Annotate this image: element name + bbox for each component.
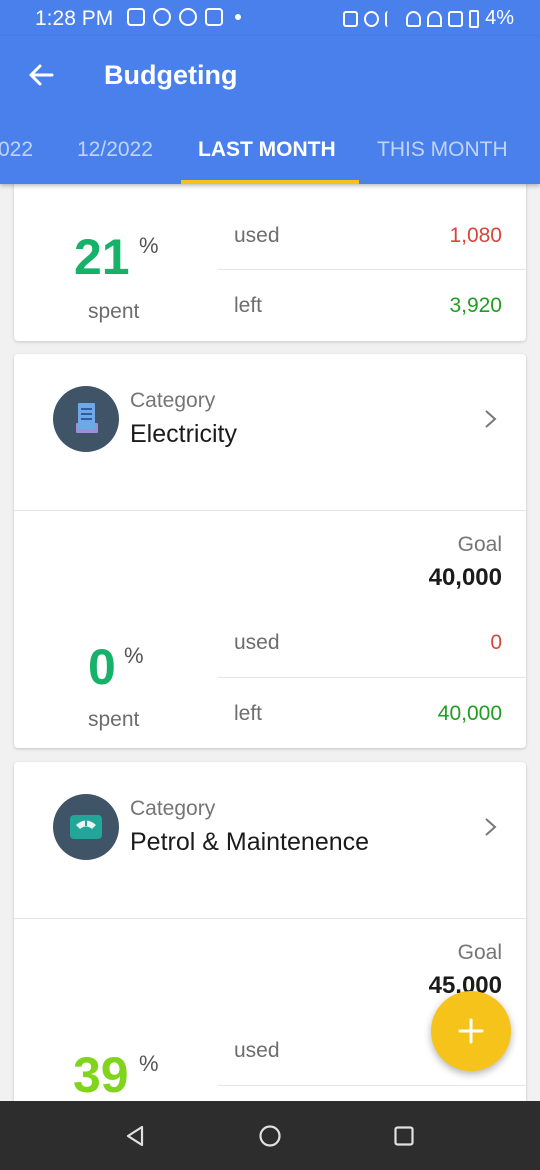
budget-card-electricity: Category Electricity Goal 40,000 0 % spe… — [14, 354, 526, 748]
wifi-icon — [427, 10, 443, 27]
used-label: used — [234, 631, 280, 654]
nav-home-icon[interactable] — [255, 1121, 285, 1151]
percent-value: 39 — [73, 1047, 129, 1103]
battery-percent: 4% — [485, 7, 514, 29]
back-arrow-icon[interactable] — [24, 58, 58, 92]
used-value: 1,080 — [449, 224, 502, 247]
tab-last-month[interactable]: LAST MONTH — [198, 138, 336, 162]
chevron-right-icon[interactable] — [480, 408, 500, 430]
system-icons: 4% — [343, 7, 514, 30]
more-dot-icon — [235, 14, 241, 20]
scale-icon — [53, 794, 119, 860]
used-label: used — [234, 1039, 280, 1062]
bluetooth-icon — [385, 10, 400, 27]
row-divider — [218, 269, 526, 270]
goal-value: 40,000 — [428, 564, 502, 591]
left-label: left — [234, 702, 263, 725]
youtube-icon — [205, 8, 223, 26]
facebook-icon — [179, 8, 197, 26]
category-label: Category — [130, 389, 216, 412]
category-header[interactable]: Category Petrol & Maintenence — [14, 762, 526, 919]
nav-back-icon[interactable] — [120, 1121, 150, 1151]
percent-sign: % — [124, 643, 144, 668]
spent-label: spent — [88, 708, 140, 731]
goal-label: Goal — [457, 533, 502, 556]
spent-label: spent — [88, 300, 140, 323]
system-nav-bar — [0, 1101, 540, 1170]
percent-sign: % — [139, 1051, 159, 1076]
chevron-right-icon[interactable] — [480, 816, 500, 838]
category-name: Electricity — [130, 420, 237, 448]
left-value: 40,000 — [437, 702, 502, 725]
tab-indicator — [181, 180, 359, 184]
nav-recents-icon[interactable] — [389, 1121, 419, 1151]
used-value: 0 — [490, 631, 502, 654]
plus-icon — [458, 1018, 484, 1044]
tab-previous[interactable]: 022 — [0, 138, 33, 162]
percent-value: 0 — [88, 639, 116, 695]
volte-icon — [343, 10, 359, 27]
instagram-icon — [127, 8, 145, 26]
row-divider — [218, 1085, 526, 1086]
percent-sign: % — [139, 233, 159, 258]
goal-label: Goal — [457, 941, 502, 964]
category-label: Category — [130, 797, 216, 820]
row-divider — [218, 677, 526, 678]
no-sim-icon — [448, 10, 464, 27]
summary-card: 21 % spent used 1,080 left 3,920 — [14, 170, 526, 341]
period-tabs: 022 12/2022 LAST MONTH THIS MONTH — [0, 132, 540, 184]
battery-icon — [469, 9, 480, 28]
page-title: Budgeting — [104, 60, 238, 90]
left-value: 3,920 — [449, 294, 502, 317]
percent-value: 21 — [74, 229, 130, 285]
notification-icons — [127, 8, 241, 26]
status-time: 1:28 PM — [35, 7, 114, 30]
category-header[interactable]: Category Electricity — [14, 354, 526, 511]
mute-icon — [406, 10, 422, 27]
alarm-icon — [364, 10, 380, 27]
whatsapp-icon — [153, 8, 171, 26]
used-label: used — [234, 224, 280, 247]
app-bar: Budgeting 022 12/2022 LAST MONTH THIS MO… — [0, 36, 540, 184]
status-bar: 1:28 PM 4% — [0, 0, 540, 36]
receipt-icon — [53, 386, 119, 452]
tab-this-month[interactable]: THIS MONTH — [377, 138, 508, 162]
left-label: left — [234, 294, 263, 317]
tab-12-2022[interactable]: 12/2022 — [77, 138, 153, 162]
category-name: Petrol & Maintenence — [130, 828, 370, 856]
add-budget-button[interactable] — [431, 991, 511, 1071]
